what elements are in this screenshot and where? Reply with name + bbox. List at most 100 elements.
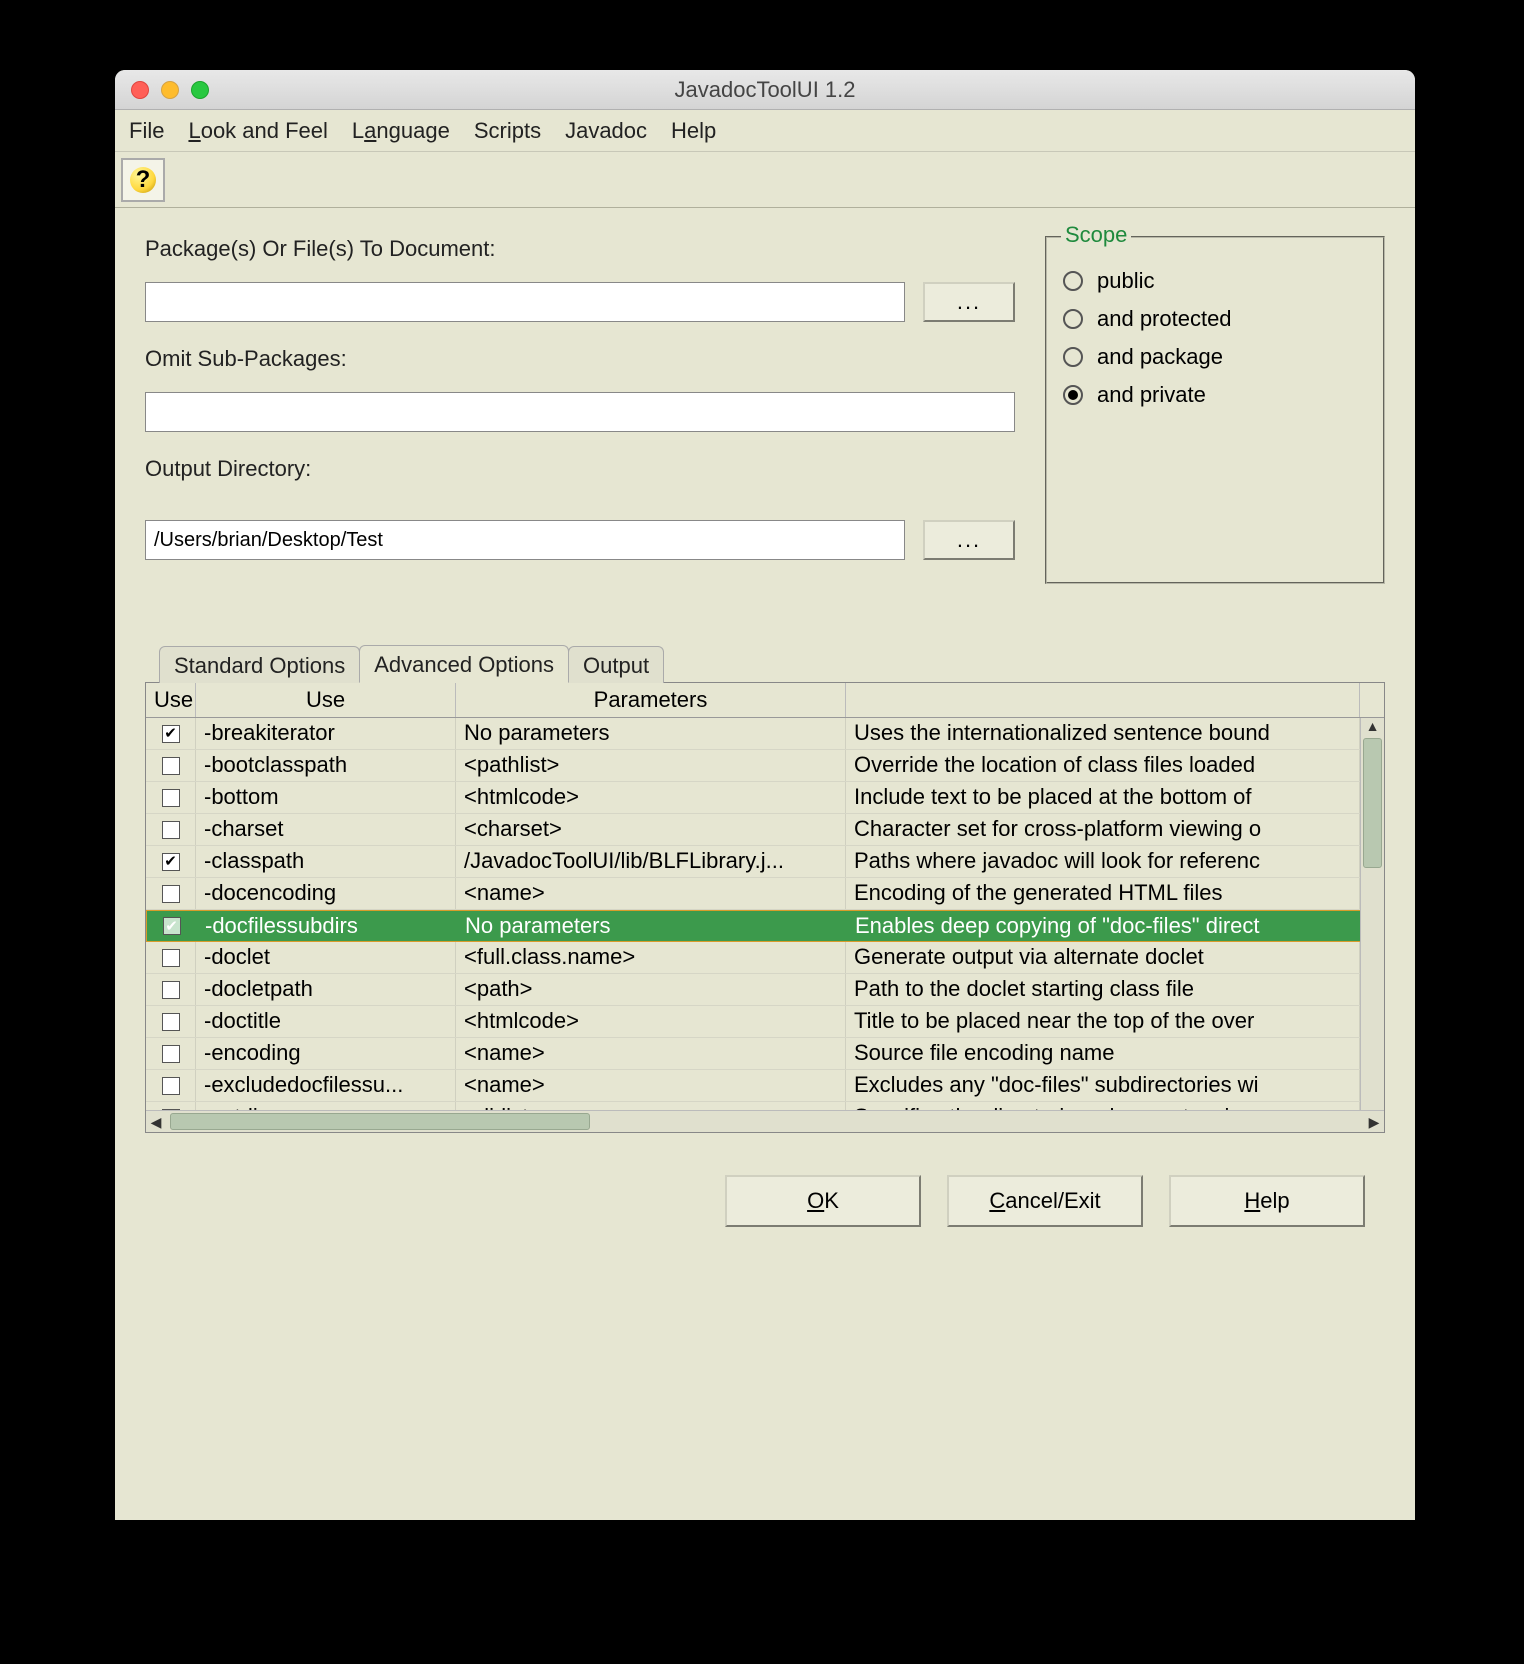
- option-description: Include text to be placed at the bottom …: [846, 782, 1360, 813]
- menu-file[interactable]: File: [129, 118, 164, 144]
- window-title: JavadocToolUI 1.2: [115, 77, 1415, 103]
- option-parameters[interactable]: <charset>: [456, 814, 846, 845]
- use-checkbox[interactable]: [162, 949, 180, 967]
- use-checkbox[interactable]: ✔: [162, 725, 180, 743]
- menu-help[interactable]: Help: [671, 118, 716, 144]
- option-description: Specifies the directories where extensio…: [846, 1102, 1360, 1110]
- option-parameters[interactable]: <full.class.name>: [456, 942, 846, 973]
- toolbar: ?: [115, 152, 1415, 208]
- use-checkbox[interactable]: [162, 981, 180, 999]
- col-option[interactable]: Use: [196, 683, 456, 717]
- packages-label: Package(s) Or File(s) To Document:: [145, 236, 1015, 262]
- radio-icon[interactable]: [1063, 385, 1083, 405]
- scroll-thumb[interactable]: [1363, 738, 1382, 868]
- option-parameters[interactable]: No parameters: [457, 911, 847, 941]
- option-parameters[interactable]: <path>: [456, 974, 846, 1005]
- option-name: -extdirs: [196, 1102, 456, 1110]
- use-checkbox[interactable]: [162, 885, 180, 903]
- option-description: Title to be placed near the top of the o…: [846, 1006, 1360, 1037]
- option-parameters[interactable]: <name>: [456, 1070, 846, 1101]
- option-parameters[interactable]: <pathlist>: [456, 750, 846, 781]
- option-name: -breakiterator: [196, 718, 456, 749]
- option-parameters[interactable]: /JavadocToolUI/lib/BLFLibrary.j...: [456, 846, 846, 877]
- use-checkbox[interactable]: [162, 789, 180, 807]
- col-parameters[interactable]: Parameters: [456, 683, 846, 717]
- table-row[interactable]: -doctitle<htmlcode>Title to be placed ne…: [146, 1006, 1384, 1038]
- menubar: File Look and Feel Language Scripts Java…: [115, 110, 1415, 152]
- option-name: -bottom: [196, 782, 456, 813]
- scope-group: Scope publicand protectedand packageand …: [1045, 236, 1385, 584]
- option-description: Override the location of class files loa…: [846, 750, 1360, 781]
- col-description[interactable]: [846, 683, 1360, 717]
- option-parameters[interactable]: No parameters: [456, 718, 846, 749]
- scope-option-public[interactable]: public: [1063, 268, 1367, 294]
- option-parameters[interactable]: <dirlist>: [456, 1102, 846, 1110]
- option-description: Character set for cross-platform viewing…: [846, 814, 1360, 845]
- table-row[interactable]: -doclet<full.class.name>Generate output …: [146, 942, 1384, 974]
- menu-scripts[interactable]: Scripts: [474, 118, 541, 144]
- use-checkbox[interactable]: [162, 1045, 180, 1063]
- menu-look-and-feel[interactable]: Look and Feel: [188, 118, 327, 144]
- radio-icon[interactable]: [1063, 309, 1083, 329]
- option-description: Paths where javadoc will look for refere…: [846, 846, 1360, 877]
- tab-standard-options[interactable]: Standard Options: [159, 646, 360, 683]
- titlebar: JavadocToolUI 1.2: [115, 70, 1415, 110]
- cancel-button[interactable]: Cancel/Exit: [947, 1175, 1143, 1227]
- scope-option-and-protected[interactable]: and protected: [1063, 306, 1367, 332]
- output-dir-browse-button[interactable]: ...: [923, 520, 1015, 560]
- option-parameters[interactable]: <name>: [456, 1038, 846, 1069]
- scroll-left-icon[interactable]: ◀: [146, 1111, 166, 1133]
- packages-browse-button[interactable]: ...: [923, 282, 1015, 322]
- tab-strip: Standard OptionsAdvanced OptionsOutput: [145, 644, 1385, 682]
- use-checkbox[interactable]: [162, 757, 180, 775]
- radio-icon[interactable]: [1063, 347, 1083, 367]
- scroll-right-icon[interactable]: ▶: [1364, 1111, 1384, 1133]
- options-table: Use Use Parameters ✔-breakiteratorNo par…: [145, 682, 1385, 1133]
- table-row[interactable]: -bottom<htmlcode>Include text to be plac…: [146, 782, 1384, 814]
- table-row[interactable]: ✔-breakiteratorNo parametersUses the int…: [146, 718, 1384, 750]
- table-row[interactable]: ✔-docfilessubdirsNo parametersEnables de…: [146, 910, 1384, 942]
- omit-input[interactable]: [145, 392, 1015, 432]
- menu-javadoc[interactable]: Javadoc: [565, 118, 647, 144]
- option-name: -doclet: [196, 942, 456, 973]
- use-checkbox[interactable]: ✔: [162, 853, 180, 871]
- table-row[interactable]: -encoding<name>Source file encoding name: [146, 1038, 1384, 1070]
- tab-advanced-options[interactable]: Advanced Options: [359, 645, 569, 683]
- option-description: Excludes any "doc-files" subdirectories …: [846, 1070, 1360, 1101]
- scroll-up-icon[interactable]: ▲: [1361, 718, 1384, 736]
- option-name: -classpath: [196, 846, 456, 877]
- packages-input[interactable]: [145, 282, 905, 322]
- radio-icon[interactable]: [1063, 271, 1083, 291]
- help-button[interactable]: Help: [1169, 1175, 1365, 1227]
- table-row[interactable]: -extdirs<dirlist>Specifies the directori…: [146, 1102, 1384, 1110]
- option-name: -bootclasspath: [196, 750, 456, 781]
- use-checkbox[interactable]: ✔: [163, 917, 181, 935]
- output-dir-input[interactable]: [145, 520, 905, 560]
- hscroll-thumb[interactable]: [170, 1113, 590, 1130]
- output-dir-label: Output Directory:: [145, 456, 1015, 482]
- option-parameters[interactable]: <name>: [456, 878, 846, 909]
- scope-label: and private: [1097, 382, 1206, 408]
- table-row[interactable]: ✔ -classpath/JavadocToolUI/lib/BLFLibrary…: [146, 846, 1384, 878]
- tab-output[interactable]: Output: [568, 646, 664, 683]
- menu-language[interactable]: Language: [352, 118, 450, 144]
- table-row[interactable]: -charset<charset>Character set for cross…: [146, 814, 1384, 846]
- ok-button[interactable]: OK: [725, 1175, 921, 1227]
- table-row[interactable]: -docletpath<path>Path to the doclet star…: [146, 974, 1384, 1006]
- toolbar-help-button[interactable]: ?: [121, 158, 165, 202]
- option-description: Path to the doclet starting class file: [846, 974, 1360, 1005]
- col-use-check[interactable]: Use: [146, 683, 196, 717]
- scope-option-and-private[interactable]: and private: [1063, 382, 1367, 408]
- option-parameters[interactable]: <htmlcode>: [456, 1006, 846, 1037]
- table-row[interactable]: -excludedocfilessu...<name>Excludes any …: [146, 1070, 1384, 1102]
- option-parameters[interactable]: <htmlcode>: [456, 782, 846, 813]
- use-checkbox[interactable]: [162, 821, 180, 839]
- horizontal-scrollbar[interactable]: ◀ ▶: [146, 1110, 1384, 1132]
- option-name: -doctitle: [196, 1006, 456, 1037]
- scope-option-and-package[interactable]: and package: [1063, 344, 1367, 370]
- use-checkbox[interactable]: [162, 1013, 180, 1031]
- use-checkbox[interactable]: [162, 1077, 180, 1095]
- table-row[interactable]: -bootclasspath<pathlist>Override the loc…: [146, 750, 1384, 782]
- table-row[interactable]: -docencoding<name>Encoding of the genera…: [146, 878, 1384, 910]
- vertical-scrollbar[interactable]: ▲: [1360, 718, 1384, 1110]
